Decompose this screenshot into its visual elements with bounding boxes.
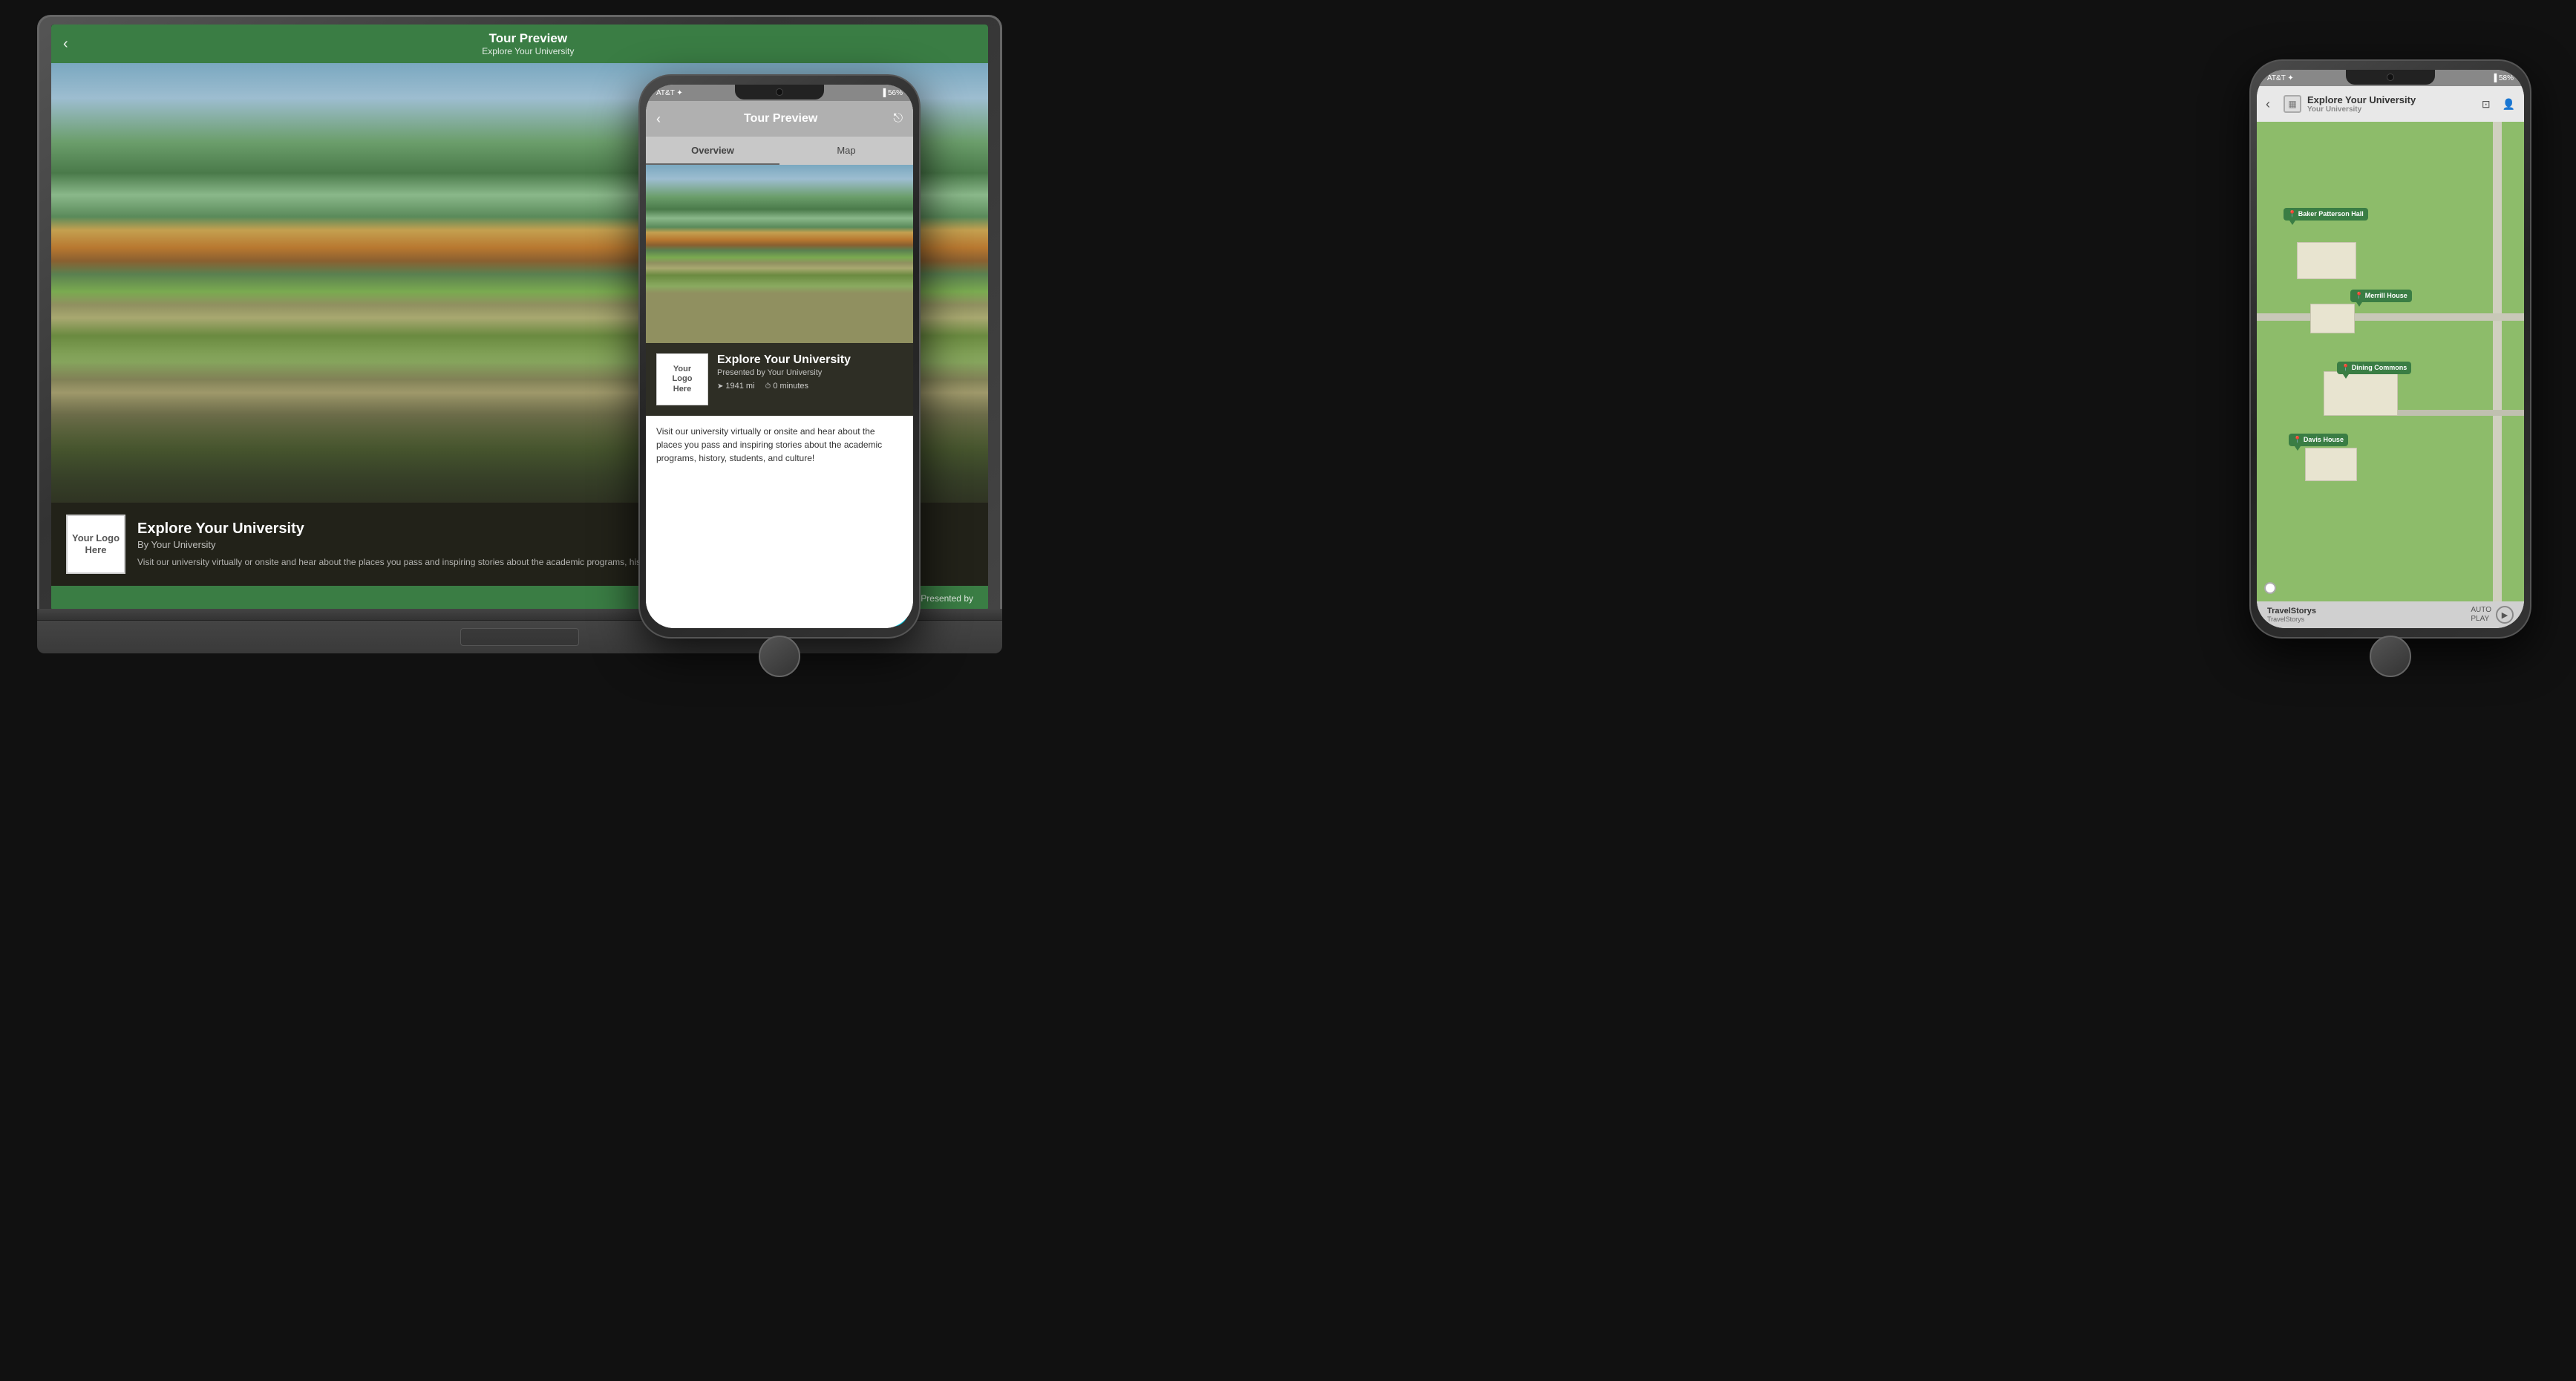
phone2-screen: AT&T ✦ 3:40 PM ▐ 58% ‹ ▦ Explore Your Un…	[2257, 70, 2524, 628]
map-road-horizontal-1	[2257, 313, 2524, 321]
travelstorys-logo: TravelStorys TravelStorys	[2267, 607, 2316, 623]
map-building-4	[2305, 448, 2357, 481]
phone1-campus-photo	[646, 165, 913, 343]
phone1-tabs: Overview Map	[646, 137, 913, 165]
marker-icon-2: 📍	[2355, 292, 2363, 299]
phone2-body: AT&T ✦ 3:40 PM ▐ 58% ‹ ▦ Explore Your Un…	[2249, 59, 2531, 639]
phone2-back-button[interactable]: ‹	[2266, 97, 2270, 112]
phone1-duration: ⏱ 0 minutes	[765, 382, 809, 391]
phone1-meta: ➤ 1941 mi ⏱ 0 minutes	[717, 382, 903, 391]
phone1-screen: AT&T ✦ 3:48 PM ▐ 56% ‹ Tour Preview ⎋ Ov…	[646, 85, 913, 628]
laptop-app-subtitle: Explore Your University	[80, 46, 976, 56]
travelstorys-sub: TravelStorys	[2267, 616, 2316, 623]
phone1-hero-image	[646, 165, 913, 343]
phone1-battery: ▐ 56%	[880, 89, 903, 97]
map-marker-dining[interactable]: 📍 Dining Commons	[2337, 362, 2411, 374]
map-marker-baker[interactable]: 📍 Baker Patterson Hall	[2284, 208, 2368, 221]
phone2-app-bar: ‹ ▦ Explore Your University Your Univers…	[2257, 86, 2524, 122]
map-building-1	[2297, 242, 2356, 279]
phone1-device: AT&T ✦ 3:48 PM ▐ 56% ‹ Tour Preview ⎋ Ov…	[638, 74, 921, 639]
phone1-back-button[interactable]: ‹	[656, 111, 661, 127]
phone1-tour-by: Presented by Your University	[717, 368, 903, 377]
map-marker-davis[interactable]: 📍 Davis House	[2289, 434, 2348, 446]
phone2-battery: ▐ 58%	[2491, 74, 2514, 82]
laptop-app-bar: ‹ Tour Preview Explore Your University	[51, 25, 988, 63]
phone2-notch	[2346, 70, 2435, 85]
cast-icon[interactable]: ⊡	[2482, 98, 2491, 111]
tab-overview[interactable]: Overview	[646, 137, 779, 165]
phone1-body: AT&T ✦ 3:48 PM ▐ 56% ‹ Tour Preview ⎋ Ov…	[638, 74, 921, 639]
marker-icon-4: 📍	[2293, 436, 2301, 443]
phone1-app-title: Tour Preview	[668, 112, 893, 125]
phone2-map[interactable]: 📍 Baker Patterson Hall 📍 Merrill House 📍…	[2257, 122, 2524, 601]
map-dot-indicator	[2264, 582, 2276, 594]
phone2-device: AT&T ✦ 3:40 PM ▐ 58% ‹ ▦ Explore Your Un…	[2249, 59, 2531, 639]
phone1-description: Visit our university virtually or onsite…	[646, 416, 913, 628]
phone1-home-button[interactable]	[759, 636, 800, 677]
clock-icon: ⏱	[765, 382, 771, 391]
phone2-home-button[interactable]	[2370, 636, 2411, 677]
people-icon[interactable]: 👤	[2503, 98, 2515, 111]
play-icon[interactable]: ▶	[2496, 606, 2514, 624]
map-marker-merrill[interactable]: 📍 Merrill House	[2350, 290, 2412, 302]
phone2-camera	[2387, 74, 2394, 81]
map-road-vertical	[2493, 122, 2502, 601]
laptop-trackpad	[460, 628, 579, 646]
phone1-tour-title: Explore Your University	[717, 353, 903, 367]
phone1-tour-details: Explore Your University Presented by You…	[717, 353, 903, 405]
marker-icon-3: 📍	[2341, 364, 2350, 371]
phone1-tour-info: YourLogoHere Explore Your University Pre…	[646, 343, 913, 416]
laptop-back-button[interactable]: ‹	[63, 36, 68, 53]
photo-icon: ▦	[2284, 95, 2301, 113]
phone2-app-title: Explore Your University Your University	[2307, 94, 2476, 114]
map-background: 📍 Baker Patterson Hall 📍 Merrill House 📍…	[2257, 122, 2524, 601]
marker-icon-1: 📍	[2288, 210, 2296, 218]
phone1-app-bar: ‹ Tour Preview ⎋	[646, 101, 913, 137]
phone1-camera	[776, 88, 783, 96]
map-building-2	[2310, 304, 2355, 333]
autoplay-label: AUTOPLAY	[2471, 606, 2491, 624]
laptop-app-title: Tour Preview	[80, 31, 976, 46]
phone1-university-logo: YourLogoHere	[656, 353, 708, 405]
map-building-3	[2324, 371, 2398, 416]
travelstorys-name: TravelStorys	[2267, 607, 2316, 616]
autoplay-button[interactable]: AUTOPLAY ▶	[2471, 606, 2514, 624]
phone2-bottom-bar: TravelStorys TravelStorys AUTOPLAY ▶	[2257, 601, 2524, 628]
phone2-carrier: AT&T ✦	[2267, 74, 2294, 82]
phone1-share-button[interactable]: ⎋	[893, 112, 903, 125]
navigation-icon: ➤	[717, 382, 723, 391]
laptop-title-area: Tour Preview Explore Your University	[80, 31, 976, 56]
university-logo: Your Logo Here	[66, 515, 125, 574]
tab-map[interactable]: Map	[779, 137, 913, 165]
phone1-notch	[735, 85, 824, 99]
phone1-distance: ➤ 1941 mi	[717, 382, 755, 391]
phone1-carrier: AT&T ✦	[656, 89, 683, 97]
scene: ‹ Tour Preview Explore Your University Y	[0, 0, 2576, 1381]
